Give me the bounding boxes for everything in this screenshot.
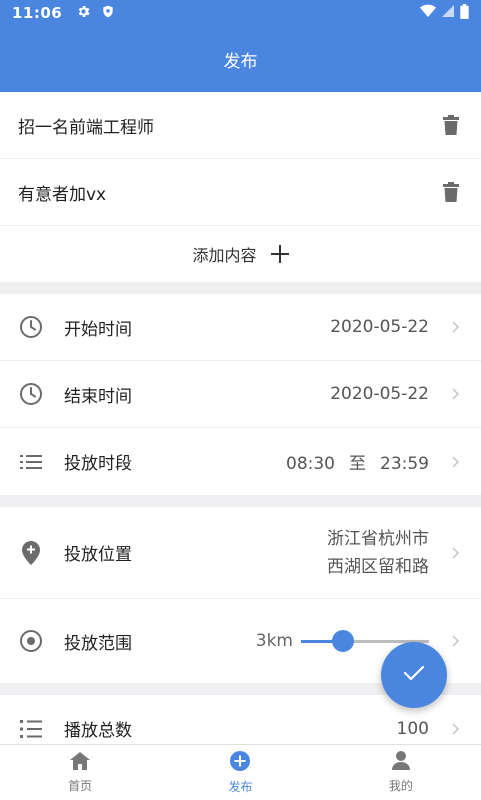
home-icon — [70, 751, 91, 773]
range-label: 投放范围 — [64, 633, 132, 654]
content-item[interactable]: 有意者加vx — [0, 159, 481, 226]
total-plays-value[interactable]: 100 — [397, 719, 429, 739]
add-circle-icon — [230, 750, 251, 774]
status-time: 11:06 — [12, 4, 63, 22]
end-time-value[interactable]: 2020-05-22 — [330, 384, 429, 404]
submit-fab-button[interactable] — [381, 642, 447, 708]
tab-profile[interactable]: 我的 — [321, 745, 481, 800]
settings-gear-icon — [76, 4, 91, 23]
chevron-right-icon — [447, 388, 463, 400]
content-item-text[interactable]: 有意者加vx — [18, 180, 439, 205]
trash-icon[interactable] — [439, 180, 463, 204]
shield-icon — [101, 4, 115, 23]
slider-thumb[interactable] — [332, 630, 355, 652]
wifi-icon — [420, 4, 436, 22]
section-divider — [0, 282, 481, 294]
status-bar: 11:06 — [0, 0, 481, 26]
section-divider — [0, 495, 481, 507]
trash-icon[interactable] — [439, 113, 463, 137]
time-slot-from: 08:30 — [286, 454, 335, 474]
signal-icon — [442, 4, 454, 22]
numbered-list-icon — [18, 716, 44, 742]
location-line2: 西湖区留和路 — [327, 556, 429, 577]
header-bar: 发布 — [0, 26, 481, 92]
start-time-value[interactable]: 2020-05-22 — [330, 317, 429, 337]
check-icon — [403, 665, 425, 685]
chevron-right-icon — [447, 455, 463, 468]
bottom-tab-bar: 首页 发布 我的 — [0, 744, 481, 800]
chevron-right-icon — [447, 722, 463, 735]
location-row[interactable]: 投放位置 浙江省杭州市 西湖区留和路 — [0, 507, 481, 599]
list-icon — [18, 449, 44, 475]
content-item-text[interactable]: 招一名前端工程师 — [18, 113, 439, 138]
user-icon — [391, 751, 410, 773]
location-value[interactable]: 浙江省杭州市 西湖区留和路 — [327, 525, 429, 581]
time-slot-row[interactable]: 投放时段 08:30 至 23:59 — [0, 428, 481, 495]
total-plays-label: 播放总数 — [64, 721, 132, 741]
start-time-label: 开始时间 — [64, 319, 132, 340]
time-slot-label: 投放时段 — [64, 454, 132, 474]
range-value: 3km — [255, 631, 293, 651]
chevron-right-icon — [447, 321, 463, 333]
time-slot-value[interactable]: 08:30 至 23:59 — [286, 449, 429, 474]
content-item[interactable]: 招一名前端工程师 — [0, 92, 481, 159]
end-time-label: 结束时间 — [64, 386, 132, 407]
location-pin-icon — [18, 540, 44, 566]
location-line1: 浙江省杭州市 — [327, 528, 429, 549]
tab-home[interactable]: 首页 — [0, 745, 160, 800]
time-slot-separator: 至 — [349, 454, 366, 474]
chevron-right-icon — [447, 635, 463, 647]
location-label: 投放位置 — [64, 545, 132, 565]
time-section: 开始时间 2020-05-22 结束时间 2020-05-22 投放时段 08:… — [0, 294, 481, 495]
radio-target-icon — [18, 628, 44, 654]
tab-publish[interactable]: 发布 — [160, 745, 320, 800]
clock-icon — [18, 314, 44, 340]
chevron-right-icon — [447, 546, 463, 559]
tab-home-label: 首页 — [68, 778, 93, 793]
add-content-label: 添加内容 — [192, 246, 257, 265]
tab-publish-label: 发布 — [228, 779, 253, 794]
plus-icon — [270, 245, 289, 263]
add-content-button[interactable]: 添加内容 — [0, 226, 481, 282]
tab-profile-label: 我的 — [388, 779, 413, 793]
battery-icon — [460, 3, 469, 23]
end-time-row[interactable]: 结束时间 2020-05-22 — [0, 361, 481, 428]
content-list: 招一名前端工程师 有意者加vx 添加内容 — [0, 92, 481, 282]
page-title: 发布 — [223, 51, 258, 72]
clock-icon — [18, 381, 44, 407]
start-time-row[interactable]: 开始时间 2020-05-22 — [0, 294, 481, 361]
time-slot-to: 23:59 — [380, 454, 429, 474]
